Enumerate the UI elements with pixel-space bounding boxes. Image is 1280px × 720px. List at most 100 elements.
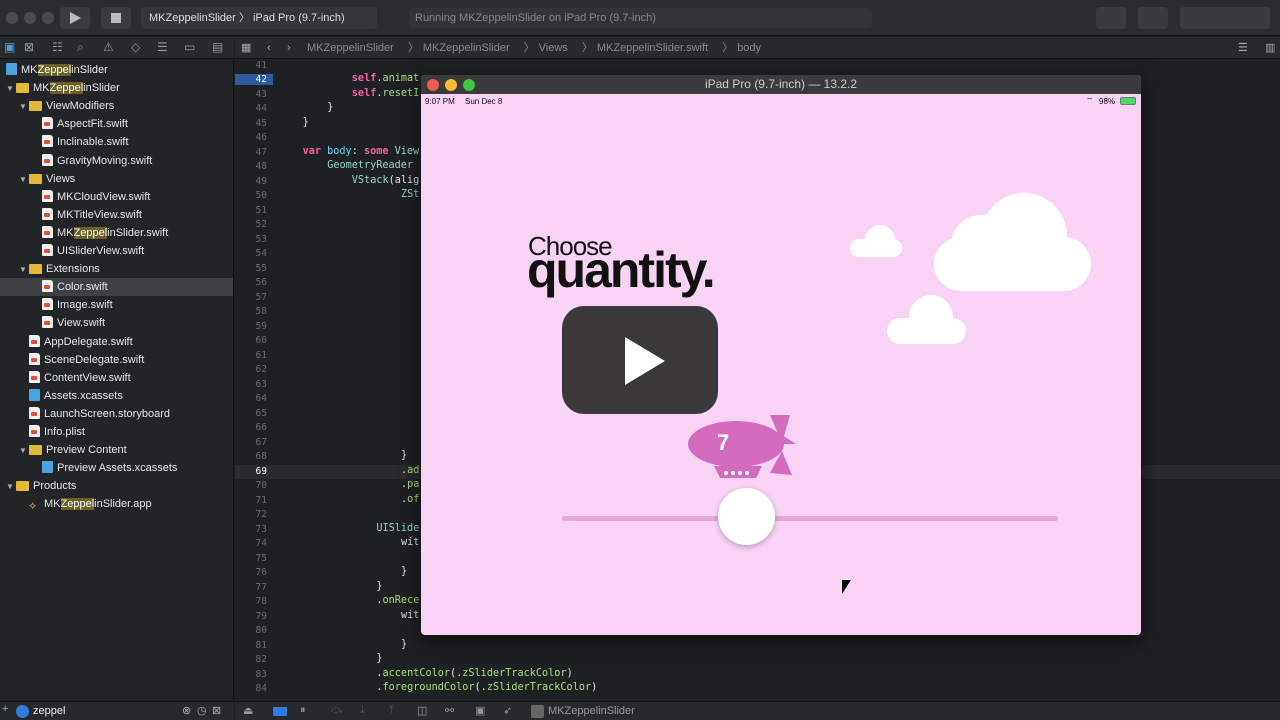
line-number[interactable]: 73: [235, 524, 267, 535]
line-number[interactable]: 41: [235, 60, 267, 71]
test-navigator-icon[interactable]: ◇: [131, 40, 140, 54]
disclosure-triangle-icon[interactable]: ▼: [19, 171, 29, 189]
code-review-button[interactable]: [1138, 7, 1168, 29]
disclosure-triangle-icon[interactable]: ▼: [6, 80, 16, 98]
navigator-item[interactable]: SceneDelegate.swift: [19, 351, 144, 369]
navigator-item[interactable]: MKCloudView.swift: [32, 188, 150, 206]
navigator-item[interactable]: ▼ Products: [6, 477, 76, 495]
line-number[interactable]: 61: [235, 350, 267, 361]
breadcrumb-item[interactable]: MKZeppelinSlider: [307, 42, 394, 54]
add-icon[interactable]: +: [2, 703, 8, 715]
environment-overrides-icon[interactable]: ▣: [475, 704, 485, 717]
step-over-icon[interactable]: ⤼: [331, 704, 343, 717]
navigator-item[interactable]: LaunchScreen.storyboard: [19, 405, 170, 423]
forward-button[interactable]: ›: [287, 37, 291, 59]
breakpoint-marker[interactable]: 42: [235, 74, 273, 86]
panel-toggles[interactable]: [1180, 7, 1270, 29]
line-number[interactable]: 71: [235, 495, 267, 506]
navigator-item[interactable]: MKZeppelinSlider: [6, 61, 108, 79]
navigator-item[interactable]: Preview Assets.xcassets: [32, 459, 177, 477]
step-in-icon[interactable]: ⤓: [360, 704, 365, 717]
navigator-item[interactable]: Info.plist: [19, 423, 85, 441]
breadcrumb-item[interactable]: Views: [539, 42, 568, 54]
line-number[interactable]: 79: [235, 611, 267, 622]
navigator-item[interactable]: Assets.xcassets: [19, 387, 123, 405]
navigator-item[interactable]: AppDelegate.swift: [19, 333, 133, 351]
line-number[interactable]: 75: [235, 553, 267, 564]
line-number[interactable]: 70: [235, 480, 267, 491]
navigator-item[interactable]: Color.swift: [0, 278, 233, 297]
simulate-location-icon[interactable]: ➶: [503, 704, 512, 717]
line-number[interactable]: 54: [235, 248, 267, 259]
line-number[interactable]: 63: [235, 379, 267, 390]
video-play-button[interactable]: [562, 306, 718, 414]
line-number[interactable]: 58: [235, 306, 267, 317]
filter-input[interactable]: zeppel: [33, 705, 65, 717]
navigator-item[interactable]: ▼ MKZeppelinSlider: [6, 79, 120, 97]
line-number[interactable]: 48: [235, 161, 267, 172]
line-number[interactable]: 56: [235, 277, 267, 288]
line-number[interactable]: 72: [235, 509, 267, 520]
line-number[interactable]: 80: [235, 625, 267, 636]
disclosure-triangle-icon[interactable]: ▼: [19, 261, 29, 279]
breadcrumb-item[interactable]: MKZeppelinSlider.swift: [597, 42, 708, 54]
line-number[interactable]: 77: [235, 582, 267, 593]
navigator-item[interactable]: View.swift: [32, 314, 105, 332]
recent-icon[interactable]: ◷: [197, 704, 207, 717]
minimap-icon[interactable]: ▥: [1265, 37, 1275, 59]
navigator-item[interactable]: ⟡ MKZeppelinSlider.app: [19, 495, 152, 513]
disclosure-triangle-icon[interactable]: ▼: [19, 442, 29, 460]
line-number[interactable]: 57: [235, 292, 267, 303]
line-number[interactable]: 53: [235, 234, 267, 245]
navigator-item[interactable]: ▼ Preview Content: [19, 441, 127, 459]
line-number[interactable]: 60: [235, 335, 267, 346]
editor-options-icon[interactable]: ☰: [1238, 37, 1248, 59]
breakpoints-toggle-icon[interactable]: [273, 707, 287, 716]
hide-debug-area-icon[interactable]: ⏏: [243, 704, 253, 717]
navigator-item[interactable]: GravityMoving.swift: [32, 152, 152, 170]
line-number[interactable]: 76: [235, 567, 267, 578]
line-number[interactable]: 52: [235, 219, 267, 230]
debug-navigator-icon[interactable]: ☰: [157, 40, 168, 54]
slider-thumb[interactable]: [717, 488, 775, 545]
navigator-item[interactable]: ▼ ViewModifiers: [19, 97, 114, 115]
breadcrumb-item[interactable]: MKZeppelinSlider: [423, 42, 510, 54]
line-number[interactable]: 78: [235, 596, 267, 607]
line-number[interactable]: 43: [235, 89, 267, 100]
run-button[interactable]: [60, 7, 90, 29]
line-number[interactable]: 69: [235, 466, 267, 477]
navigator-item[interactable]: ▼ Extensions: [19, 260, 100, 278]
navigator-item[interactable]: AspectFit.swift: [32, 115, 128, 133]
navigator-item[interactable]: Inclinable.swift: [32, 133, 129, 151]
report-navigator-icon[interactable]: ▤: [212, 40, 223, 54]
navigator-item[interactable]: ContentView.swift: [19, 369, 131, 387]
line-number[interactable]: 47: [235, 147, 267, 158]
symbol-navigator-icon[interactable]: ☷: [52, 40, 63, 54]
disclosure-triangle-icon[interactable]: ▼: [6, 478, 16, 496]
line-number[interactable]: 74: [235, 538, 267, 549]
line-number[interactable]: 46: [235, 132, 267, 143]
find-navigator-icon[interactable]: ⌕: [77, 40, 84, 55]
simulator-window[interactable]: iPad Pro (9.7-inch) — 13.2.2 9:07 PM Sun…: [421, 75, 1141, 635]
line-number[interactable]: 59: [235, 321, 267, 332]
navigator-item[interactable]: MKZeppelinSlider.swift: [32, 224, 168, 242]
scheme-selector[interactable]: MKZeppelinSlider 〉 iPad Pro (9.7-inch): [141, 7, 377, 29]
step-out-icon[interactable]: ⤒: [389, 704, 394, 717]
related-items-icon[interactable]: ▦: [241, 37, 251, 59]
line-number[interactable]: 65: [235, 408, 267, 419]
line-number[interactable]: 51: [235, 205, 267, 216]
clear-icon[interactable]: ⊗: [182, 704, 191, 717]
view-debugger-icon[interactable]: ◫: [417, 704, 427, 717]
navigator-item[interactable]: MKTitleView.swift: [32, 206, 142, 224]
line-number[interactable]: 62: [235, 364, 267, 375]
zoom-window-button[interactable]: [42, 12, 54, 24]
line-number[interactable]: 81: [235, 640, 267, 651]
library-button[interactable]: [1096, 7, 1126, 29]
line-number[interactable]: 50: [235, 190, 267, 201]
navigator-item[interactable]: UISliderView.swift: [32, 242, 144, 260]
close-window-button[interactable]: [6, 12, 18, 24]
memory-graph-icon[interactable]: ⚯: [445, 704, 454, 717]
project-navigator-icon[interactable]: ▣: [4, 40, 15, 54]
line-number[interactable]: 67: [235, 437, 267, 448]
close-button[interactable]: [427, 79, 439, 91]
